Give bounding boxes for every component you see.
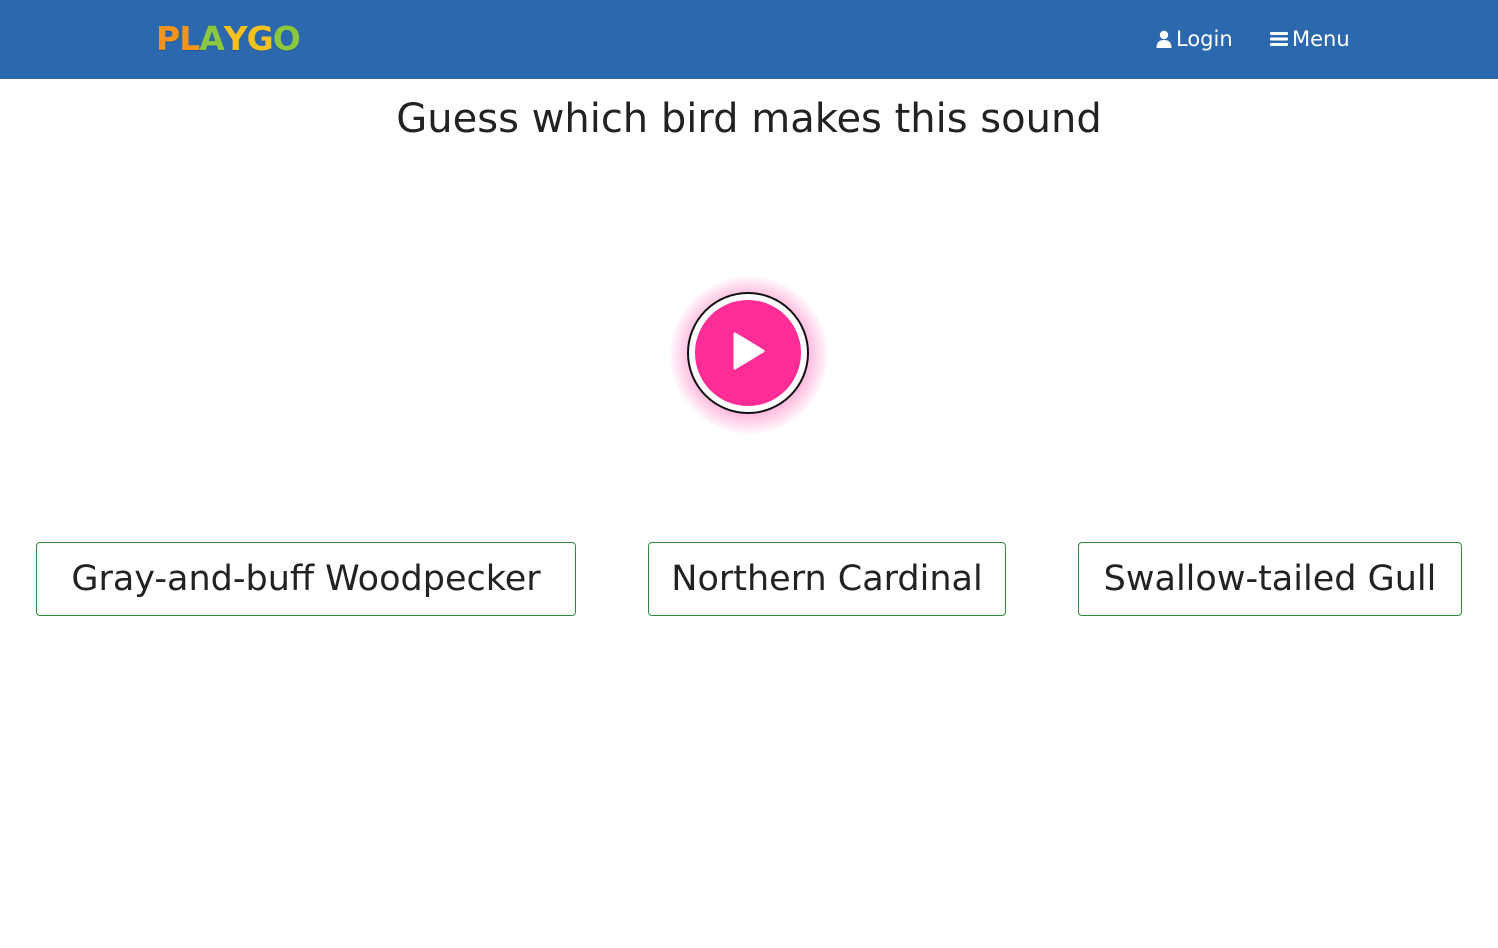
page-title: Guess which bird makes this sound bbox=[396, 96, 1102, 142]
playgo-logo[interactable]: P L A Y G O bbox=[156, 18, 301, 58]
answer-option[interactable]: Swallow-tailed Gull bbox=[1078, 542, 1462, 616]
answer-option[interactable]: Northern Cardinal bbox=[648, 542, 1006, 616]
hamburger-icon bbox=[1270, 31, 1288, 47]
logo-letter: O bbox=[272, 18, 301, 58]
login-label: Login bbox=[1176, 27, 1233, 51]
login-link[interactable]: Login bbox=[1156, 23, 1233, 55]
play-sound-button[interactable] bbox=[687, 292, 809, 414]
play-icon bbox=[731, 332, 765, 374]
logo-letter: P bbox=[156, 18, 180, 58]
menu-button[interactable]: Menu bbox=[1270, 23, 1350, 55]
answer-option[interactable]: Gray-and-buff Woodpecker bbox=[36, 542, 576, 616]
logo-letter: G bbox=[246, 18, 274, 58]
logo-letter: L bbox=[179, 18, 200, 58]
logo-letter: A bbox=[199, 18, 225, 58]
user-icon bbox=[1156, 30, 1172, 48]
play-button-inner bbox=[695, 300, 801, 406]
menu-label: Menu bbox=[1292, 27, 1350, 51]
logo-letter: Y bbox=[223, 18, 248, 58]
top-navbar: P L A Y G O Login Menu bbox=[0, 0, 1498, 79]
